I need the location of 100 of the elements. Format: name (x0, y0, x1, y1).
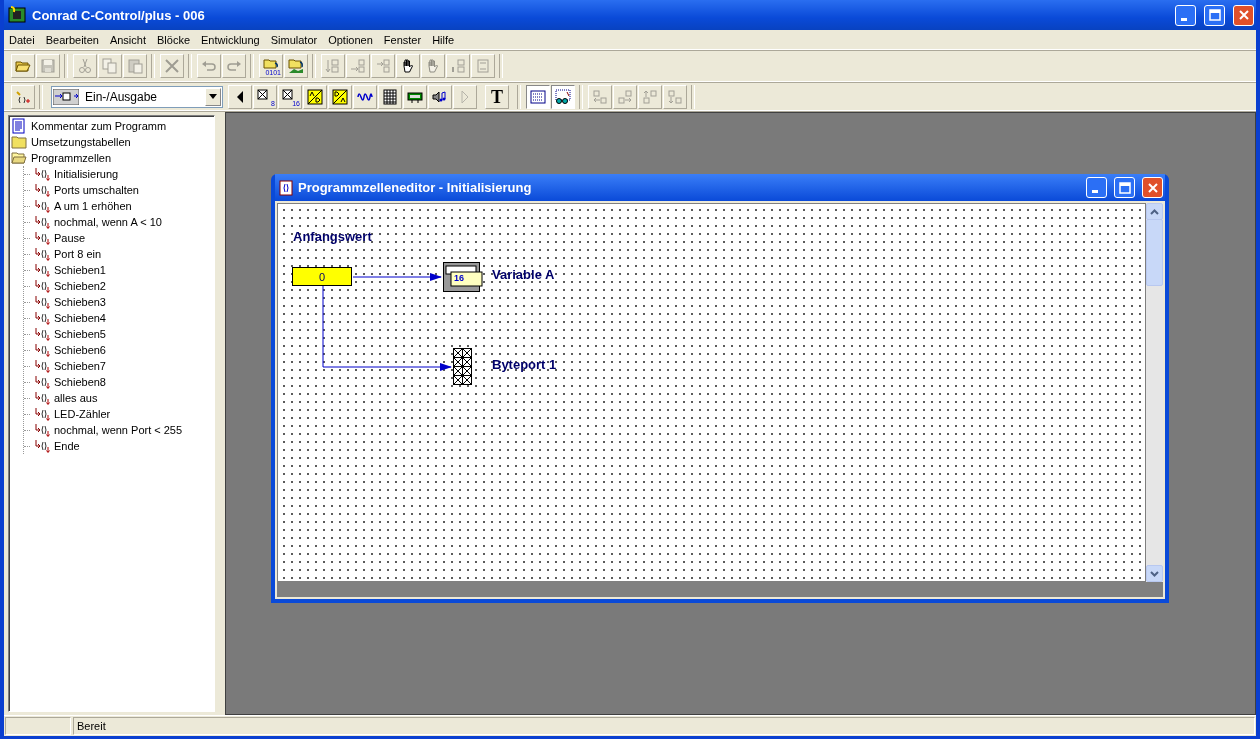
block-arrow-icon (375, 58, 391, 74)
menu-item[interactable]: Hilfe (427, 33, 461, 46)
maximize-icon (1118, 181, 1131, 194)
redo-icon (226, 58, 242, 74)
dropdown-arrow-icon (209, 94, 217, 99)
minimize-button[interactable] (1175, 4, 1196, 26)
tree-item[interactable]: Schieben6 (54, 344, 106, 356)
tree-item[interactable]: Port 8 ein (54, 248, 102, 260)
tree-item[interactable]: Ports umschalten (54, 184, 139, 196)
tree-item[interactable]: Schieben8 (54, 376, 106, 388)
menu-item[interactable]: Bearbeiten (40, 33, 105, 46)
variable-size: 16 (454, 273, 464, 283)
scroll-down-icon (1150, 570, 1159, 577)
toolbar-button[interactable] (428, 84, 452, 109)
toolbar-button[interactable] (396, 54, 420, 78)
text-tool-button[interactable]: T (485, 84, 509, 109)
vertical-scrollbar[interactable] (1146, 203, 1163, 582)
toolbar-button[interactable] (353, 84, 377, 109)
maximize-icon (1208, 9, 1221, 21)
close-button[interactable] (1142, 177, 1163, 198)
glasses-icon (555, 88, 571, 105)
tree-item[interactable]: nochmal, wenn Port < 255 (54, 424, 183, 436)
maximize-button[interactable] (1204, 4, 1225, 26)
cell-icon (34, 198, 50, 214)
tree-item[interactable]: Schieben2 (54, 280, 106, 292)
cell-icon (34, 182, 50, 198)
block-category-dropdown[interactable]: Ein-/Ausgabe (51, 85, 223, 108)
minimize-button[interactable] (1086, 177, 1107, 198)
status-pane (5, 717, 71, 735)
folder-arrow-icon (288, 58, 304, 74)
menu-item[interactable]: Datei (4, 33, 41, 46)
tree-item[interactable]: Umsetzungstabellen (31, 136, 131, 148)
close-button[interactable] (1233, 4, 1254, 26)
cell-icon (34, 374, 50, 390)
block-arrow-icon (325, 58, 341, 74)
menu-item[interactable]: Ansicht (104, 33, 152, 46)
hand-icon (425, 58, 441, 74)
menu-item[interactable]: Fenster (378, 33, 428, 46)
cell-icon (34, 342, 50, 358)
editor-window-title: Programmzelleneditor - Initialisierung (298, 180, 533, 195)
toolbar-button[interactable] (303, 84, 327, 109)
cell-icon (34, 406, 50, 422)
dot-grid-icon (530, 88, 546, 105)
cell-icon (34, 358, 50, 374)
scroll-thumb[interactable] (1146, 219, 1163, 286)
menu-item[interactable]: Entwicklung (196, 33, 266, 46)
tree-item[interactable]: Schieben3 (54, 296, 106, 308)
cell-icon (34, 246, 50, 262)
block-label: Variable A (492, 267, 555, 282)
cell-icon (34, 310, 50, 326)
cell-icon (34, 390, 50, 406)
block-arrow-icon (450, 58, 466, 74)
cell-icon (34, 230, 50, 246)
scroll-up-icon (1150, 208, 1159, 215)
tree-item[interactable]: Programmzellen (31, 152, 112, 164)
tree-item[interactable]: nochmal, wenn A < 10 (54, 216, 162, 228)
variable-block[interactable]: 16 (443, 262, 483, 293)
tree-item[interactable]: Pause (54, 232, 86, 244)
speaker-icon (432, 88, 448, 105)
byteport-block[interactable] (453, 348, 472, 385)
tree-item[interactable]: Ende (54, 440, 80, 452)
tree-item[interactable]: Schieben1 (54, 264, 106, 276)
menu-item[interactable]: Optionen (323, 33, 379, 46)
tree-item[interactable]: A um 1 erhöhen (54, 200, 132, 212)
tree-item[interactable]: Schieben4 (54, 312, 106, 324)
block-label: Byteport 1 (492, 357, 557, 372)
tree-item[interactable]: Initialisierung (54, 168, 119, 180)
hand-icon (400, 58, 416, 74)
cell-icon (34, 422, 50, 438)
toolbar-button[interactable] (228, 84, 252, 109)
toolbar-button[interactable] (378, 84, 402, 109)
tree-item[interactable]: Kommentar zum Programm (31, 120, 167, 132)
tree-item[interactable]: Schieben7 (54, 360, 106, 372)
toolbar-button[interactable] (328, 84, 352, 109)
close-icon (1237, 9, 1250, 21)
dropdown-value: Ein-/Ausgabe (84, 89, 159, 104)
cell-icon (34, 294, 50, 310)
maximize-button[interactable] (1114, 177, 1135, 198)
tree-item[interactable]: LED-Zähler (54, 408, 111, 420)
constant-block[interactable]: 0 (292, 267, 352, 286)
tree-item[interactable]: alles aus (54, 392, 98, 404)
cell-icon (34, 438, 50, 454)
view-toggle-button[interactable] (551, 84, 575, 109)
converter-icon (332, 88, 348, 105)
status-text: Bereit (73, 717, 1255, 735)
wand-icon (15, 88, 31, 105)
copy-icon (102, 58, 118, 74)
tree-item[interactable]: Schieben5 (54, 328, 106, 340)
view-toggle-button[interactable] (526, 84, 550, 109)
converter-icon (307, 88, 323, 105)
block-icon (53, 88, 79, 105)
undo-icon (201, 58, 217, 74)
align-icon (667, 88, 683, 105)
toolbar-button[interactable] (403, 84, 427, 109)
clipboard-icon (127, 58, 143, 74)
menu-item[interactable]: Simulator (265, 33, 324, 46)
align-icon (617, 88, 633, 105)
menu-item[interactable]: Blöcke (152, 33, 196, 46)
document-icon (279, 179, 293, 196)
cell-icon (34, 326, 50, 342)
